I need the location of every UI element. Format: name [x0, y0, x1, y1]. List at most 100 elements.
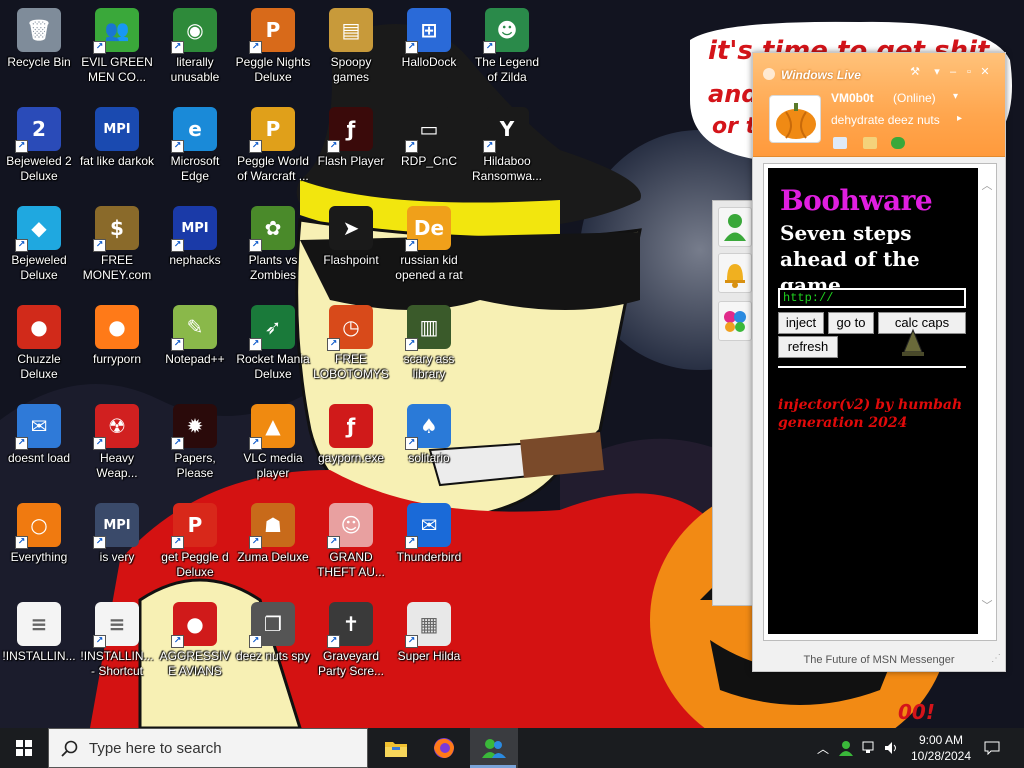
desktop-icon[interactable]: e ↗ Microsoft Edge	[156, 103, 234, 199]
start-button[interactable]	[0, 728, 48, 768]
desktop-icon[interactable]: ✹ ↗ Papers, Please	[156, 400, 234, 496]
action-center-button[interactable]	[980, 728, 1004, 768]
resize-grip-icon[interactable]: ⋰	[991, 653, 1001, 664]
contacts-tab[interactable]	[718, 207, 752, 247]
desktop-icon-label: Everything	[10, 550, 68, 564]
shortcut-arrow-icon: ↗	[15, 536, 28, 549]
clock-time[interactable]: 9:00 AM	[906, 733, 976, 747]
desktop-icon[interactable]: P ↗ get Peggle d Deluxe	[156, 499, 234, 595]
desktop-icon[interactable]: ➶ ↗ Rocket Mania Deluxe	[234, 301, 312, 397]
desktop-icon[interactable]: ☺ ↗ GRAND THEFT AU...	[312, 499, 390, 595]
activities-tab[interactable]	[718, 301, 752, 341]
refresh-button[interactable]: refresh	[778, 336, 838, 358]
desktop-icon[interactable]: ✉ ↗ Thunderbird	[390, 499, 468, 595]
desktop-icon[interactable]: 🗑 Recycle Bin	[0, 4, 78, 100]
desktop-icon[interactable]: ● furryporn	[78, 301, 156, 397]
shortcut-arrow-icon: ↗	[171, 140, 184, 153]
desktop-icon[interactable]: ♠ ↗ solitario	[390, 400, 468, 496]
folder-icon[interactable]	[863, 137, 877, 149]
desktop-icon[interactable]: MPI ↗ is very	[78, 499, 156, 595]
desktop-icon[interactable]: ▦ ↗ Super Hilda	[390, 598, 468, 694]
desktop-icon-label: Bejeweled 2 Deluxe	[6, 154, 72, 183]
show-hidden-icons-button[interactable]: ︿	[814, 728, 832, 768]
display-name[interactable]: VM0b0t	[831, 91, 874, 105]
volume-icon[interactable]	[882, 728, 902, 768]
desktop-icon[interactable]: 2 ↗ Bejeweled 2 Deluxe	[0, 103, 78, 199]
desktop-icon[interactable]: P ↗ Peggle World of Warcraft ...	[234, 103, 312, 199]
status-dropdown-icon[interactable]: ▾	[953, 91, 958, 102]
taskbar-search-box[interactable]: Type here to search	[48, 728, 368, 768]
message-dropdown-icon[interactable]: ▸	[957, 113, 962, 124]
messenger-taskbar-button[interactable]	[470, 728, 518, 768]
scroll-down-icon[interactable]: ﹀	[981, 600, 993, 612]
desktop-icon[interactable]: ☻ ↗ The Legend of Zilda	[468, 4, 546, 100]
msn-butterfly-small-icon[interactable]	[891, 137, 905, 149]
recycle-bin-icon: 🗑	[17, 8, 61, 52]
desktop-icon[interactable]: ○ ↗ Everything	[0, 499, 78, 595]
desktop-icon-label: Flash Player	[317, 154, 385, 168]
dropdown-icon[interactable]: ▾	[931, 66, 943, 78]
mpi-shield-icon: MPI ↗	[93, 503, 139, 549]
desktop-icon[interactable]: ▤ Spoopy games	[312, 4, 390, 100]
desktop-icon[interactable]: ƒ ↗ Flash Player	[312, 103, 390, 199]
desktop-icon[interactable]: Y ↗ Hildaboo Ransomwa...	[468, 103, 546, 199]
url-input[interactable]: http://	[778, 288, 966, 308]
inject-button[interactable]: inject	[778, 312, 824, 334]
desktop-icon[interactable]: ◷ ↗ FREE LOBOTOMYS	[312, 301, 390, 397]
tools-icon[interactable]: ⚒	[909, 66, 921, 78]
desktop-icon[interactable]: ƒ gayporn.exe	[312, 400, 390, 496]
vertical-scrollbar[interactable]: ︿ ﹀	[978, 164, 996, 640]
desktop-icon[interactable]: ✿ ↗ Plants vs Zombies	[234, 202, 312, 298]
desktop-icon[interactable]: P ↗ Peggle Nights Deluxe	[234, 4, 312, 100]
window-menu-icon[interactable]	[763, 68, 775, 80]
desktop-icon[interactable]: ✎ ↗ Notepad++	[156, 301, 234, 397]
desktop-icon[interactable]: ≡ !INSTALLIN...	[0, 598, 78, 694]
shortcut-arrow-icon: ↗	[249, 140, 262, 153]
msn-tray-icon[interactable]	[836, 728, 856, 768]
firefox-taskbar-button[interactable]	[420, 728, 468, 768]
desktop-icon[interactable]: ≡ ↗ !INSTALLIN... - Shortcut	[78, 598, 156, 694]
desktop-icon[interactable]: ◆ ↗ Bejeweled Deluxe	[0, 202, 78, 298]
desktop-icon[interactable]: ⊞ ↗ HalloDock	[390, 4, 468, 100]
clock-date[interactable]: 10/28/2024	[906, 749, 976, 763]
desktop-icon[interactable]: ▭ ↗ RDP_CnC	[390, 103, 468, 199]
mail-icon[interactable]	[833, 137, 847, 149]
file-explorer-taskbar-button[interactable]	[372, 728, 420, 768]
desktop-icon[interactable]: ● Chuzzle Deluxe	[0, 301, 78, 397]
shortcut-arrow-icon: ↗	[249, 437, 262, 450]
status-selector[interactable]: (Online)	[893, 91, 936, 105]
desktop-icon[interactable]: MPI ↗ nephacks	[156, 202, 234, 298]
desktop-icon[interactable]: ☢ ↗ Heavy Weap...	[78, 400, 156, 496]
desktop-icon[interactable]: ➤ Flashpoint	[312, 202, 390, 298]
bejeweled-icon: ◆ ↗	[15, 206, 61, 252]
display-picture[interactable]	[769, 95, 821, 143]
shortcut-arrow-icon: ↗	[249, 338, 262, 351]
desktop-icon-label: Papers, Please	[174, 451, 216, 480]
desktop-icon[interactable]: ☗ ↗ Zuma Deluxe	[234, 499, 312, 595]
desktop-icon-label: Thunderbird	[396, 550, 462, 564]
desktop-icon[interactable]: ❐ ↗ deez nuts spy	[234, 598, 312, 694]
desktop-icon[interactable]: ▥ ↗ scary ass library	[390, 301, 468, 397]
alerts-tab[interactable]	[718, 253, 752, 293]
minimize-button[interactable]: –	[947, 66, 959, 78]
chrome-icon: ◉ ↗	[171, 8, 217, 54]
network-icon[interactable]	[860, 728, 880, 768]
personal-message[interactable]: dehydrate deez nuts	[831, 113, 940, 127]
desktop-icon[interactable]: $ ↗ FREE MONEY.com	[78, 202, 156, 298]
desktop-icon[interactable]: MPI fat like darkok	[78, 103, 156, 199]
desktop-icon-label: VLC media player	[243, 451, 303, 480]
desktop-icon[interactable]: 👥 ↗ EVIL GREEN MEN CO...	[78, 4, 156, 100]
desktop-icon[interactable]: ▲ ↗ VLC media player	[234, 400, 312, 496]
mpi-icon: MPI	[95, 107, 139, 151]
shortcut-arrow-icon: ↗	[93, 536, 106, 549]
scroll-up-icon[interactable]: ︿	[981, 180, 993, 192]
desktop-icon[interactable]: ◉ ↗ literally unusable	[156, 4, 234, 100]
desktop-icon[interactable]: De ↗ russian kid opened a rat	[390, 202, 468, 298]
vlc-icon: ▲ ↗	[249, 404, 295, 450]
desktop-icon[interactable]: ✉ ↗ doesnt load	[0, 400, 78, 496]
close-button[interactable]: ✕	[979, 66, 991, 78]
desktop-icon[interactable]: ✝ ↗ Graveyard Party Scre...	[312, 598, 390, 694]
go-to-button[interactable]: go to	[828, 312, 874, 334]
maximize-button[interactable]: ▫	[963, 66, 975, 78]
desktop-icon[interactable]: ● ↗ AGGRESSIVE AVIANS	[156, 598, 234, 694]
